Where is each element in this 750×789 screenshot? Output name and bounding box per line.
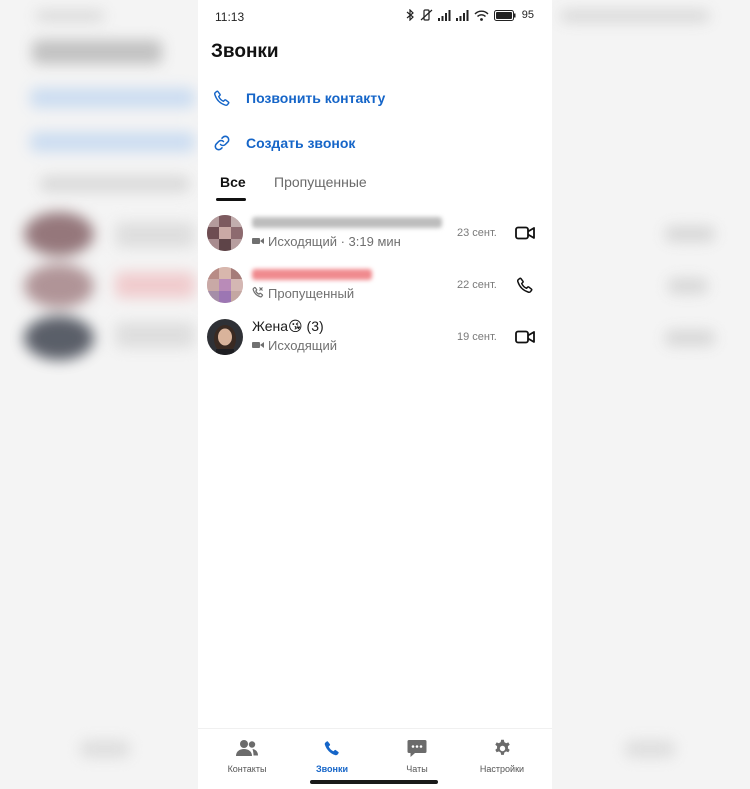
nav-chats-label: Чаты	[406, 764, 428, 774]
phone-screen: 11:13 95 Звонки Позвонить контакту Созда…	[198, 0, 552, 789]
bg-row-1	[115, 222, 195, 248]
bg-action-create	[30, 132, 195, 152]
bg-tabs	[40, 176, 190, 192]
create-call-button[interactable]: Создать звонок	[211, 132, 355, 154]
call-date: 23 сент.	[457, 227, 497, 239]
nav-contacts-label: Контакты	[227, 764, 267, 774]
video-call-button[interactable]	[514, 222, 536, 244]
nav-calls[interactable]: Звонки	[292, 737, 372, 777]
avatar	[207, 267, 243, 303]
call-status-text: Исходящий · 3:19 мин	[268, 234, 401, 249]
page-title: Звонки	[211, 41, 279, 62]
bg-action-call	[30, 88, 195, 108]
bg-row-2	[115, 272, 195, 298]
bg-right-status	[560, 10, 710, 22]
bg-nav-right	[625, 740, 675, 758]
signal-icon-2	[455, 9, 469, 21]
bg-right-3	[665, 330, 715, 346]
tab-all[interactable]: Все	[220, 174, 246, 190]
call-date: 19 сент.	[457, 331, 497, 343]
status-bar: 11:13 95	[198, 0, 552, 32]
nav-settings-label: Настройки	[479, 764, 525, 774]
video-call-icon	[252, 338, 264, 353]
contact-name-redacted	[252, 217, 442, 228]
nav-settings[interactable]: Настройки	[462, 737, 542, 777]
call-contact-label: Позвонить контакту	[246, 90, 386, 106]
call-row[interactable]: Пропущенный 22 сент.	[198, 259, 552, 311]
nav-chats[interactable]: Чаты	[377, 737, 457, 777]
call-row[interactable]: Жена😘 (3) Исходящий 19 сент.	[198, 311, 552, 363]
tab-missed[interactable]: Пропущенные	[274, 174, 367, 190]
video-call-icon	[252, 234, 264, 249]
phone-icon	[211, 87, 233, 109]
bluetooth-icon	[406, 9, 415, 21]
home-indicator	[310, 780, 438, 784]
call-status-text: Исходящий	[268, 338, 337, 353]
bg-row-3	[115, 322, 195, 348]
battery-icon	[493, 9, 516, 21]
call-status: Пропущенный	[252, 286, 354, 301]
call-status: Исходящий · 3:19 мин	[252, 234, 401, 249]
signal-icon-1	[437, 9, 451, 21]
bg-title	[32, 40, 162, 64]
nav-contacts[interactable]: Контакты	[207, 737, 287, 777]
bg-avatar-3	[24, 316, 94, 360]
call-contact-button[interactable]: Позвонить контакту	[211, 87, 385, 109]
avatar	[207, 319, 243, 355]
vibrate-mute-icon	[420, 9, 433, 21]
avatar	[207, 215, 243, 251]
tab-active-indicator	[216, 198, 246, 201]
status-time: 11:13	[215, 10, 245, 24]
bg-right-1	[665, 226, 715, 242]
create-call-label: Создать звонок	[246, 135, 356, 151]
bg-nav-left	[80, 740, 130, 758]
call-status: Исходящий	[252, 338, 337, 353]
call-tabs: Все Пропущенные	[198, 172, 552, 204]
nav-calls-label: Звонки	[315, 764, 349, 774]
wifi-icon	[474, 10, 489, 21]
audio-call-button[interactable]	[514, 274, 536, 296]
phone-icon	[323, 737, 341, 759]
call-date: 22 сент.	[457, 279, 497, 291]
contact-name: Жена😘 (3)	[252, 318, 324, 334]
bg-avatar-2	[24, 264, 94, 308]
link-icon	[211, 132, 233, 154]
bg-avatar-1	[24, 212, 94, 256]
video-call-button[interactable]	[514, 326, 536, 348]
contacts-icon	[236, 737, 258, 759]
battery-percent: 95	[521, 9, 534, 21]
call-row[interactable]: Исходящий · 3:19 мин 23 сент.	[198, 207, 552, 259]
gear-icon	[493, 737, 512, 759]
status-icons: 95	[406, 9, 534, 21]
call-status-text: Пропущенный	[268, 286, 355, 301]
bg-right-2	[668, 278, 708, 294]
bg-status-time	[35, 10, 105, 22]
contact-name-redacted	[252, 269, 372, 280]
missed-call-icon	[252, 286, 264, 301]
chat-icon	[407, 737, 427, 759]
